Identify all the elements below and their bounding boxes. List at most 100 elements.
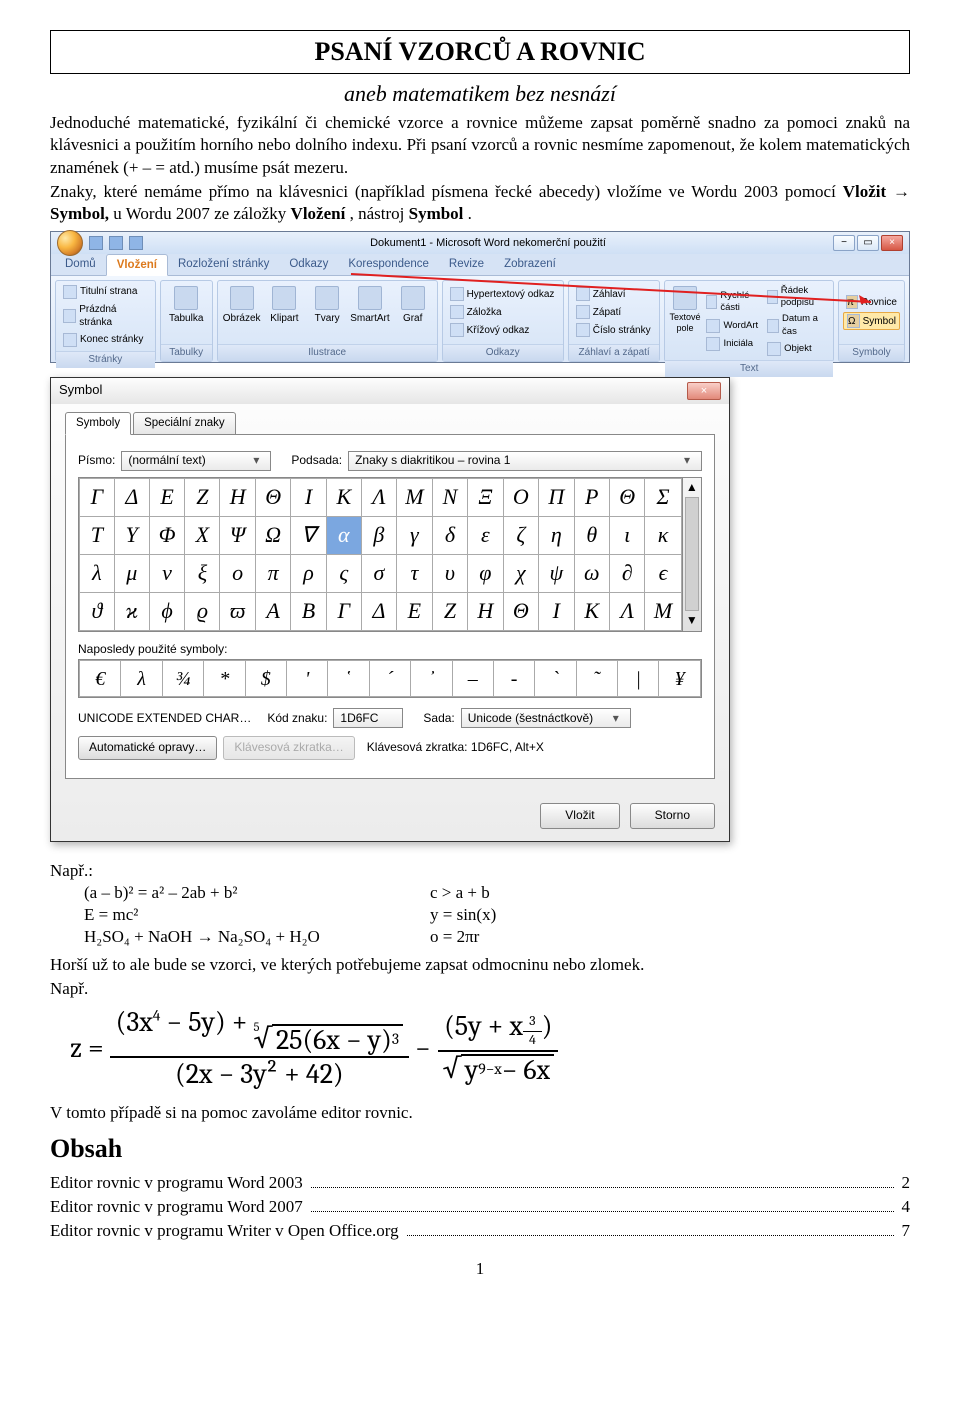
btn-wordart[interactable]: WordArt bbox=[703, 318, 761, 334]
btn-tabulka[interactable]: Tabulka bbox=[165, 284, 208, 341]
symbol-cell[interactable]: Δ bbox=[361, 592, 396, 630]
symbol-cell[interactable]: ζ bbox=[503, 516, 538, 554]
symbol-cell[interactable]: Ι bbox=[539, 592, 574, 630]
symbol-cell[interactable]: θ bbox=[574, 516, 609, 554]
dlg-tab-specialni[interactable]: Speciální znaky bbox=[133, 412, 236, 435]
symbol-cell[interactable]: Ο bbox=[503, 478, 538, 516]
qat-undo-icon[interactable] bbox=[109, 236, 123, 250]
symbol-cell[interactable]: Η bbox=[468, 592, 503, 630]
symbol-cell[interactable]: Θ bbox=[503, 592, 538, 630]
symbol-cell[interactable]: Υ bbox=[114, 516, 149, 554]
btn-iniciala[interactable]: Iniciála bbox=[703, 336, 761, 352]
recent-symbol-cell[interactable]: | bbox=[618, 661, 659, 697]
symbol-cell[interactable]: ν bbox=[149, 554, 185, 592]
tab-revize[interactable]: Revize bbox=[439, 254, 494, 275]
symbol-cell[interactable]: Ρ bbox=[574, 478, 609, 516]
btn-datum-cas[interactable]: Datum a čas bbox=[764, 312, 829, 339]
symbol-cell[interactable]: ϰ bbox=[114, 592, 149, 630]
symbol-cell[interactable]: Λ bbox=[361, 478, 396, 516]
btn-rychle-casti[interactable]: Rychlé části bbox=[703, 289, 761, 316]
symbol-cell[interactable]: Θ bbox=[255, 478, 291, 516]
symbol-cell[interactable]: Φ bbox=[149, 516, 185, 554]
symbol-cell[interactable]: Ε bbox=[149, 478, 185, 516]
grid-scrollbar[interactable]: ▲▼ bbox=[682, 478, 701, 631]
symbol-cell[interactable]: ϑ bbox=[80, 592, 115, 630]
dlg-tab-symboly[interactable]: Symboly bbox=[65, 412, 131, 435]
symbol-cell[interactable]: π bbox=[255, 554, 291, 592]
qat-save-icon[interactable] bbox=[89, 236, 103, 250]
btn-zalozka[interactable]: Záložka bbox=[447, 304, 559, 320]
maximize-button[interactable]: ▭ bbox=[857, 235, 879, 251]
symbol-cell[interactable]: Κ bbox=[574, 592, 609, 630]
symbol-cell[interactable]: λ bbox=[80, 554, 115, 592]
symbol-cell[interactable]: κ bbox=[645, 516, 681, 554]
recent-symbol-cell[interactable]: ´ bbox=[369, 661, 410, 697]
symbol-cell[interactable]: ψ bbox=[539, 554, 574, 592]
btn-obrazek[interactable]: Obrázek bbox=[222, 284, 262, 341]
symbol-cell[interactable]: Δ bbox=[114, 478, 149, 516]
btn-textpole[interactable]: Textové pole bbox=[669, 284, 700, 357]
recent-symbol-cell[interactable]: ' bbox=[286, 661, 327, 697]
toc-row-1[interactable]: Editor rovnic v programu Word 20032 bbox=[50, 1172, 910, 1194]
symbol-cell[interactable]: Γ bbox=[326, 592, 361, 630]
symbol-cell[interactable]: Η bbox=[220, 478, 255, 516]
btn-smartart[interactable]: SmartArt bbox=[350, 284, 390, 341]
btn-autocorrect[interactable]: Automatické opravy… bbox=[78, 736, 217, 760]
symbol-cell[interactable]: ϵ bbox=[645, 554, 681, 592]
symbol-cell[interactable]: Α bbox=[255, 592, 291, 630]
symbol-cell[interactable]: Ε bbox=[396, 592, 432, 630]
btn-cislo-stranky[interactable]: Číslo stránky bbox=[573, 322, 656, 338]
symbol-cell[interactable]: ο bbox=[220, 554, 255, 592]
symbol-cell[interactable]: δ bbox=[432, 516, 467, 554]
tab-vlozeni[interactable]: Vložení bbox=[106, 254, 168, 276]
symbol-cell[interactable]: Σ bbox=[645, 478, 681, 516]
symbol-cell[interactable]: Μ bbox=[396, 478, 432, 516]
symbol-cell[interactable]: ϱ bbox=[185, 592, 220, 630]
symbol-cell[interactable]: η bbox=[539, 516, 574, 554]
btn-titulni-strana[interactable]: Titulní strana bbox=[60, 284, 151, 300]
btn-krizovy-odkaz[interactable]: Křížový odkaz bbox=[447, 322, 559, 338]
symbol-cell[interactable]: Ξ bbox=[468, 478, 503, 516]
symbol-cell[interactable]: ω bbox=[574, 554, 609, 592]
btn-vlozit[interactable]: Vložit bbox=[540, 803, 619, 829]
symbol-cell[interactable]: Χ bbox=[185, 516, 220, 554]
recent-symbol-cell[interactable]: € bbox=[80, 661, 121, 697]
recent-symbol-cell[interactable]: – bbox=[452, 661, 493, 697]
btn-hyperlink[interactable]: Hypertextový odkaz bbox=[447, 286, 559, 302]
toc-row-2[interactable]: Editor rovnic v programu Word 20074 bbox=[50, 1196, 910, 1218]
symbol-cell[interactable]: χ bbox=[503, 554, 538, 592]
minimize-button[interactable]: − bbox=[833, 235, 855, 251]
qat-redo-icon[interactable] bbox=[129, 236, 143, 250]
symbol-cell[interactable]: ∇ bbox=[291, 516, 326, 554]
combo-pismo[interactable]: (normální text)▾ bbox=[121, 451, 271, 471]
recent-symbol-cell[interactable]: - bbox=[493, 661, 534, 697]
input-kodznaku[interactable]: 1D6FC bbox=[333, 708, 403, 728]
symbol-cell[interactable]: ι bbox=[609, 516, 644, 554]
recent-symbol-cell[interactable]: ῾ bbox=[328, 661, 369, 697]
symbol-cell[interactable]: α bbox=[326, 516, 361, 554]
symbol-cell[interactable]: Ψ bbox=[220, 516, 255, 554]
symbol-cell[interactable]: Θ bbox=[609, 478, 644, 516]
symbol-cell[interactable]: Γ bbox=[80, 478, 115, 516]
btn-zahlavi[interactable]: Záhlaví bbox=[573, 286, 656, 302]
btn-zapati[interactable]: Zápatí bbox=[573, 304, 656, 320]
symbol-cell[interactable]: υ bbox=[432, 554, 467, 592]
symbol-cell[interactable]: Μ bbox=[645, 592, 681, 630]
symbol-cell[interactable]: ϖ bbox=[220, 592, 255, 630]
tab-korespondence[interactable]: Korespondence bbox=[338, 254, 439, 275]
toc-row-3[interactable]: Editor rovnic v programu Writer v Open O… bbox=[50, 1220, 910, 1242]
tab-odkazy[interactable]: Odkazy bbox=[279, 254, 338, 275]
symbol-cell[interactable]: Ω bbox=[255, 516, 291, 554]
symbol-cell[interactable]: Π bbox=[539, 478, 574, 516]
tab-zobrazeni[interactable]: Zobrazení bbox=[494, 254, 566, 275]
btn-symbol[interactable]: ΩSymbol bbox=[843, 312, 900, 330]
symbol-cell[interactable]: Ν bbox=[432, 478, 467, 516]
tab-rozlozeni[interactable]: Rozložení stránky bbox=[168, 254, 279, 275]
btn-rovnice[interactable]: πRovnice bbox=[843, 294, 900, 310]
symbol-cell[interactable]: φ bbox=[468, 554, 503, 592]
close-button[interactable]: × bbox=[881, 235, 903, 251]
symbol-cell[interactable]: ξ bbox=[185, 554, 220, 592]
tab-domu[interactable]: Domů bbox=[55, 254, 106, 275]
recent-symbol-cell[interactable]: ` bbox=[535, 661, 576, 697]
btn-klipart[interactable]: Klipart bbox=[265, 284, 305, 341]
